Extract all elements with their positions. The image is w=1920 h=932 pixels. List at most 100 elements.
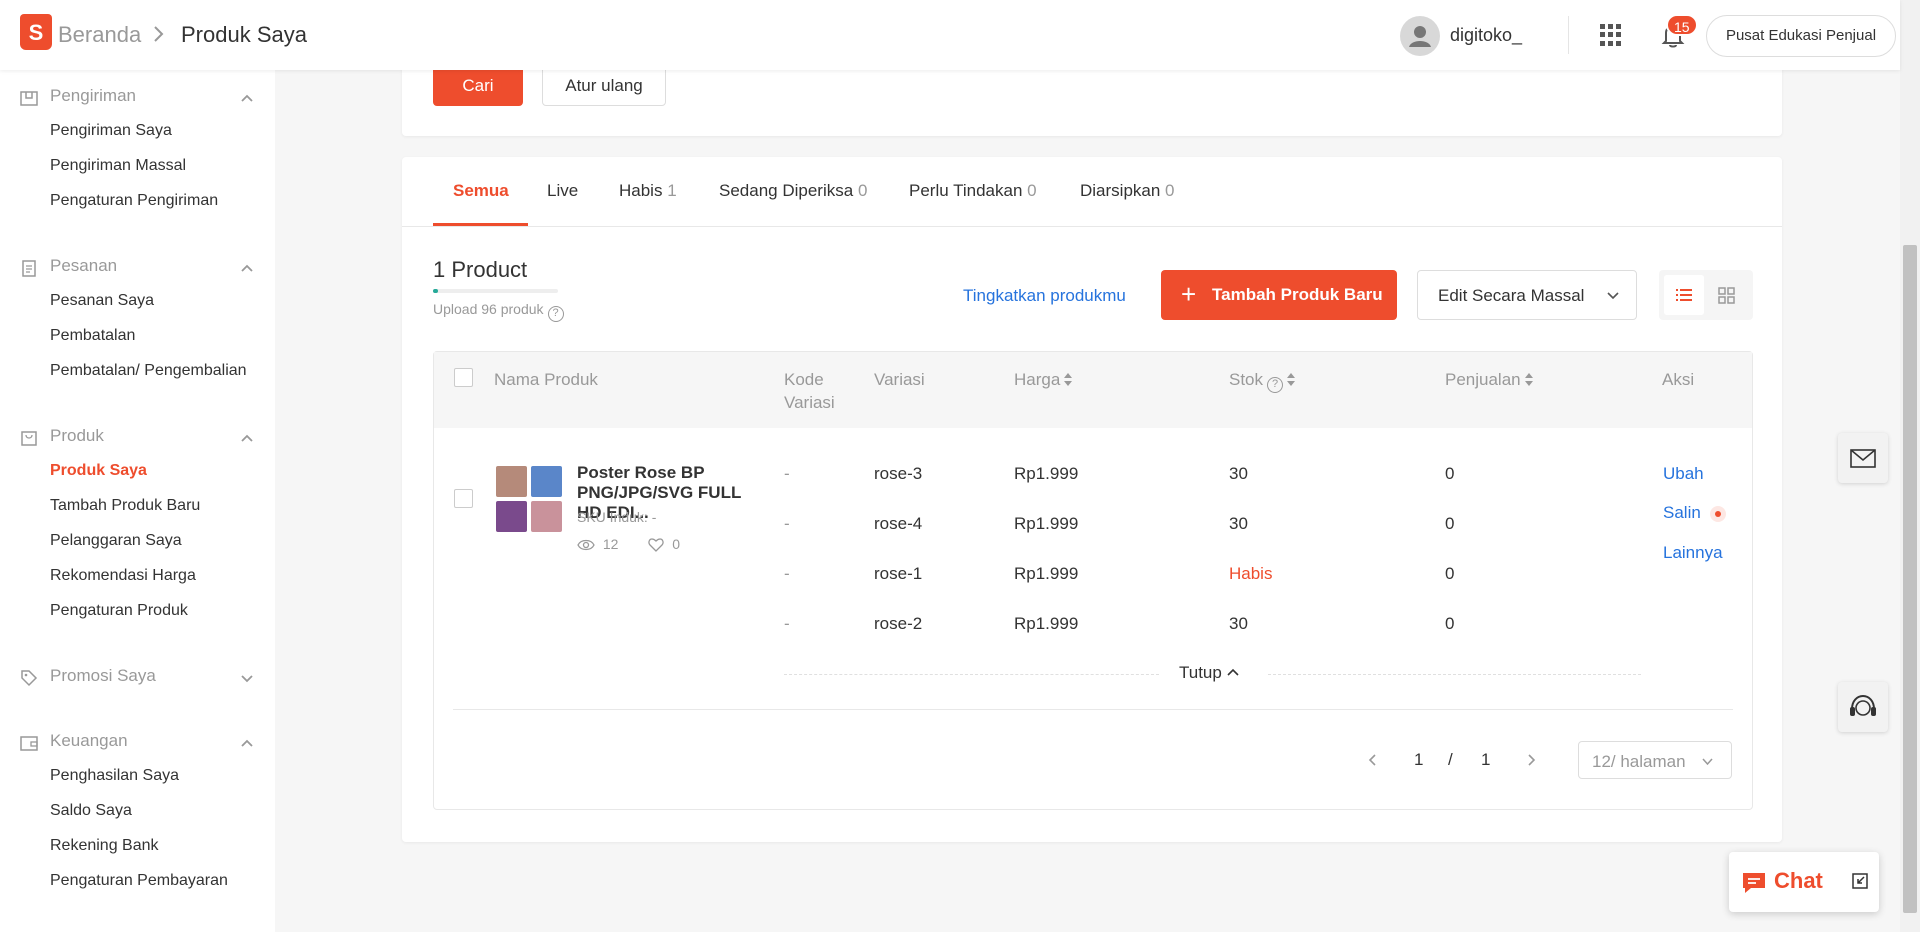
variation-name: rose-1 xyxy=(874,564,923,583)
sidebar-item-price-recommendation[interactable]: Rekomendasi Harga xyxy=(50,567,196,585)
sidebar-section-label: Produk xyxy=(50,426,104,445)
sidebar-section-orders[interactable]: Pesanan xyxy=(20,256,255,280)
variation-code: - xyxy=(784,614,790,633)
breadcrumb-home[interactable]: Beranda xyxy=(58,22,141,48)
sidebar-section-label: Keuangan xyxy=(50,731,128,750)
sidebar-section-label: Pengiriman xyxy=(50,86,136,105)
product-thumbnail[interactable] xyxy=(496,466,562,532)
sort-icon xyxy=(1524,373,1533,387)
tab-all[interactable]: Semua xyxy=(453,181,509,201)
wallet-icon xyxy=(20,736,38,751)
sidebar-section-label: Pesanan xyxy=(50,256,118,275)
add-product-button[interactable]: + Tambah Produk Baru xyxy=(1161,270,1397,320)
sidebar-section-shipping[interactable]: Pengiriman xyxy=(20,86,255,110)
col-header-price[interactable]: Harga xyxy=(1014,368,1073,391)
sidebar-section-finance[interactable]: Keuangan xyxy=(20,731,255,755)
variation-name: rose-3 xyxy=(874,464,923,483)
variation-name: rose-4 xyxy=(874,514,923,533)
col-header-name: Nama Produk xyxy=(494,370,598,389)
row-divider xyxy=(453,709,1733,710)
chevron-up-icon xyxy=(241,94,253,102)
like-count: 0 xyxy=(672,536,681,552)
eye-icon xyxy=(577,539,595,551)
list-view-icon[interactable] xyxy=(1664,275,1704,315)
sidebar-section-products[interactable]: Produk xyxy=(20,426,255,450)
tab-archived[interactable]: Diarsipkan 0 xyxy=(1080,181,1175,201)
sidebar-item-mass-shipping[interactable]: Pengiriman Massal xyxy=(50,157,186,175)
sidebar-item-my-shipping[interactable]: Pengiriman Saya xyxy=(50,122,172,140)
grid-view-icon[interactable] xyxy=(1707,275,1747,315)
sidebar-section-label: Promosi Saya xyxy=(50,666,156,685)
active-tab-indicator xyxy=(433,223,528,226)
variation-price: Rp1.999 xyxy=(1014,464,1079,483)
sidebar-item-product-settings[interactable]: Pengaturan Produk xyxy=(50,602,188,620)
chevron-down-icon xyxy=(1702,758,1713,766)
tab-action-needed[interactable]: Perlu Tindakan 0 xyxy=(909,181,1037,201)
collapse-variations-button[interactable]: Tutup xyxy=(1179,663,1239,683)
shopee-logo-icon[interactable]: S xyxy=(20,14,52,50)
message-float-button[interactable] xyxy=(1838,433,1888,483)
tab-live[interactable]: Live xyxy=(547,181,578,201)
select-all-checkbox[interactable] xyxy=(454,368,473,387)
edu-center-button[interactable]: Pusat Edukasi Penjual xyxy=(1706,15,1896,57)
thumbnail-image xyxy=(531,466,562,497)
col-header-sales[interactable]: Penjualan xyxy=(1445,368,1533,391)
bag-icon xyxy=(21,431,37,446)
copy-link[interactable]: Salin xyxy=(1663,503,1701,523)
apps-grid-icon[interactable] xyxy=(1600,24,1622,46)
variation-sales: 0 xyxy=(1445,514,1455,533)
page-size-select[interactable]: 12/ halaman xyxy=(1578,741,1732,779)
sidebar-item-my-orders[interactable]: Pesanan Saya xyxy=(50,292,154,310)
sidebar-item-payment-settings[interactable]: Pengaturan Pembayaran xyxy=(50,872,228,890)
variation-price: Rp1.999 xyxy=(1014,514,1079,533)
chevron-right-icon[interactable] xyxy=(1523,752,1539,768)
current-page[interactable]: 1 xyxy=(1414,750,1423,770)
reset-button[interactable]: Atur ulang xyxy=(542,66,666,106)
chevron-up-icon xyxy=(241,434,253,442)
edit-link[interactable]: Ubah xyxy=(1663,464,1704,484)
variation-price: Rp1.999 xyxy=(1014,614,1079,633)
variation-sales: 0 xyxy=(1445,464,1455,483)
variation-price: Rp1.999 xyxy=(1014,564,1079,583)
col-header-stock[interactable]: Stok? xyxy=(1229,368,1296,393)
tab-sold-out[interactable]: Habis 1 xyxy=(619,181,677,201)
mass-edit-dropdown[interactable]: Edit Secara Massal xyxy=(1417,270,1637,320)
scrollbar-thumb[interactable] xyxy=(1903,245,1917,913)
support-float-button[interactable] xyxy=(1838,682,1888,732)
sidebar-item-add-product[interactable]: Tambah Produk Baru xyxy=(50,497,200,515)
mail-icon xyxy=(1850,449,1876,468)
help-icon[interactable]: ? xyxy=(1267,377,1284,393)
sidebar-item-returns[interactable]: Pembatalan/ Pengembalian xyxy=(50,362,247,380)
sidebar-item-cancellations[interactable]: Pembatalan xyxy=(50,327,135,345)
sidebar-item-income[interactable]: Penghasilan Saya xyxy=(50,767,179,785)
help-icon[interactable]: ? xyxy=(547,306,564,322)
breadcrumb-chevron-icon xyxy=(154,26,164,42)
sidebar: Pengiriman Pengiriman Saya Pengiriman Ma… xyxy=(0,70,275,932)
sidebar-item-bank-account[interactable]: Rekening Bank xyxy=(50,837,159,855)
search-button[interactable]: Cari xyxy=(433,66,523,106)
chat-widget[interactable]: Chat xyxy=(1729,852,1879,912)
sidebar-item-shipping-settings[interactable]: Pengaturan Pengiriman xyxy=(50,192,218,210)
sidebar-item-my-products[interactable]: Produk Saya xyxy=(50,462,147,480)
sidebar-section-promotions[interactable]: Promosi Saya xyxy=(20,666,255,690)
sort-icon xyxy=(1287,373,1296,387)
sidebar-item-violations[interactable]: Pelanggaran Saya xyxy=(50,532,182,550)
top-header: S Beranda Produk Saya digitoko_ 15 Pusat… xyxy=(0,0,1900,70)
tab-under-review[interactable]: Sedang Diperiksa 0 xyxy=(719,181,867,201)
headset-icon xyxy=(1850,694,1876,716)
collapse-label: Tutup xyxy=(1179,663,1222,682)
username[interactable]: digitoko_ xyxy=(1450,25,1522,46)
chat-bubble-icon xyxy=(1743,873,1765,893)
sort-icon xyxy=(1064,373,1073,387)
sidebar-item-balance[interactable]: Saldo Saya xyxy=(50,802,132,820)
chevron-left-icon[interactable] xyxy=(1365,752,1381,768)
col-header-variation: Variasi xyxy=(874,370,925,389)
upgrade-products-link[interactable]: Tingkatkan produkmu xyxy=(963,286,1126,306)
chevron-up-icon xyxy=(241,264,253,272)
minimize-icon[interactable] xyxy=(1851,872,1869,890)
more-link[interactable]: Lainnya xyxy=(1663,543,1723,563)
total-pages: 1 xyxy=(1481,750,1491,769)
avatar[interactable] xyxy=(1400,16,1440,56)
row-checkbox[interactable] xyxy=(454,489,473,508)
upload-quota-track xyxy=(433,289,558,293)
